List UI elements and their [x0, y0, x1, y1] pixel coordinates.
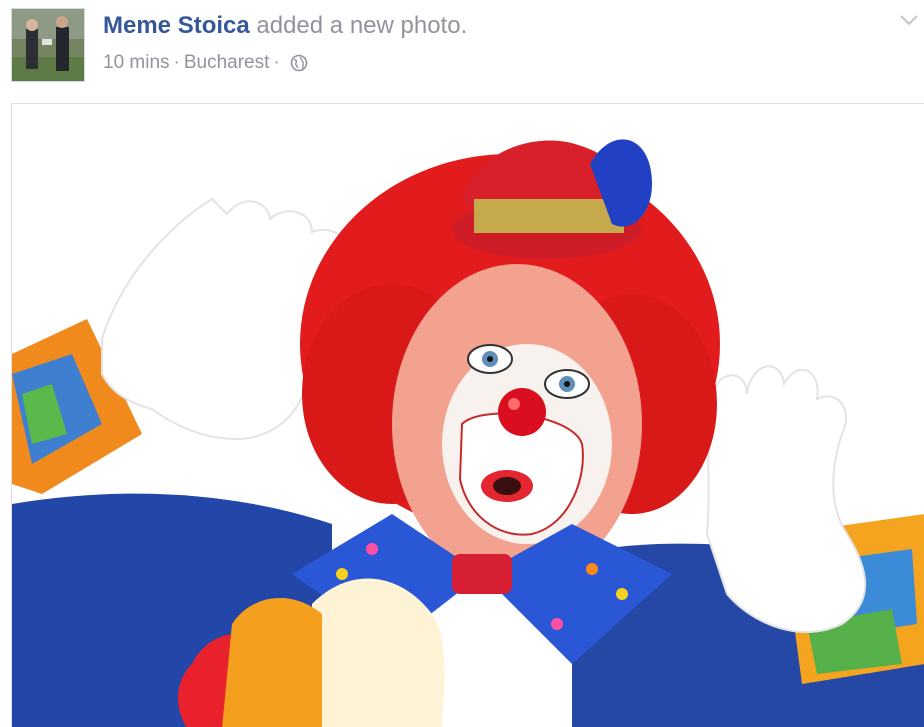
- chevron-down-icon[interactable]: [898, 12, 920, 28]
- post-timestamp[interactable]: 10 mins: [103, 51, 170, 75]
- avatar-image: [12, 9, 84, 81]
- clown-photo: [12, 104, 924, 727]
- globe-icon[interactable]: [290, 54, 308, 72]
- post-photo[interactable]: [11, 103, 924, 727]
- author-name-link[interactable]: Meme Stoica: [103, 12, 250, 39]
- post-location-link[interactable]: Bucharest: [184, 51, 270, 75]
- post-action-text: added a new photo.: [256, 12, 468, 39]
- meta-separator: ·: [173, 52, 180, 73]
- post-meta: 10 mins · Bucharest ·: [103, 51, 308, 75]
- meta-separator-2: ·: [273, 52, 280, 73]
- post-header: Meme Stoica added a new photo.: [103, 11, 467, 41]
- author-avatar[interactable]: [11, 8, 85, 82]
